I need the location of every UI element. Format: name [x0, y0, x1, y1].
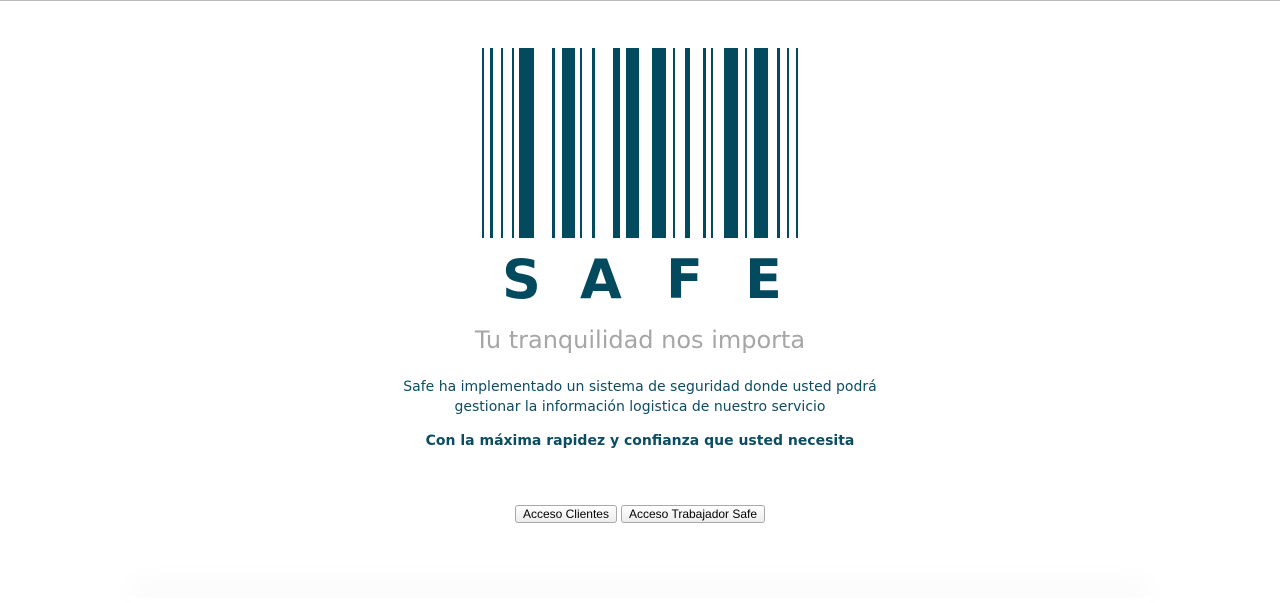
description: Safe ha implementado un sistema de segur…: [0, 377, 1280, 417]
emphasis-text: Con la máxima rapidez y confianza que us…: [425, 433, 855, 449]
access-buttons: Acceso Clientes Acceso Trabajador Safe: [0, 505, 1280, 523]
logo-letter-a: A: [580, 248, 622, 311]
logo-letter-e: E: [745, 248, 782, 311]
description-line-2: gestionar la información logistica de nu…: [454, 399, 826, 415]
logo-wordmark: S A F E: [481, 252, 799, 308]
logo-letter-f: F: [666, 248, 703, 311]
barcode-icon: [482, 48, 798, 238]
logo-letter-s: S: [502, 248, 541, 311]
client-access-button[interactable]: Acceso Clientes: [514, 505, 617, 523]
safe-logo: S A F E: [481, 48, 799, 308]
worker-access-button[interactable]: Acceso Trabajador Safe: [620, 505, 766, 523]
tagline: Tu tranquilidad nos importa: [474, 326, 806, 354]
bottom-shadow: [130, 598, 1150, 603]
top-border: [0, 0, 1280, 1]
description-line-1: Safe ha implementado un sistema de segur…: [403, 379, 877, 395]
